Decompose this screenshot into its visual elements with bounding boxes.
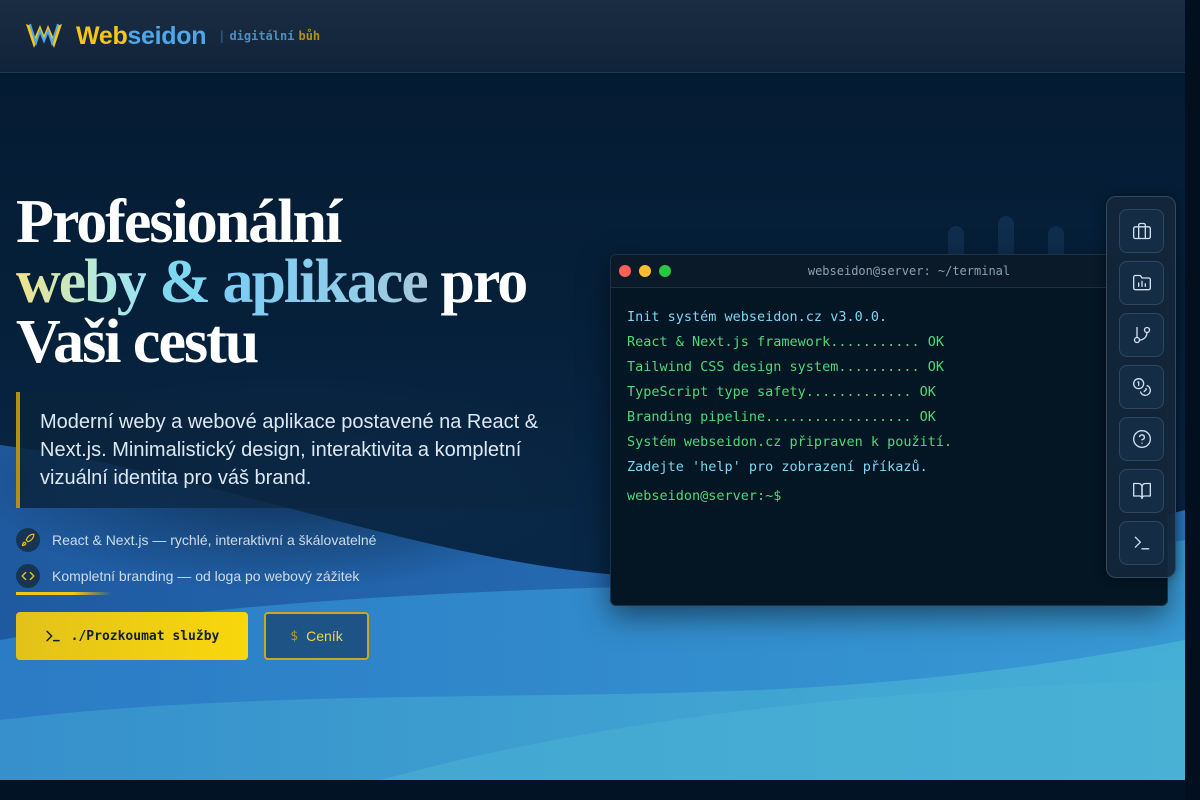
brand-web: Web	[76, 21, 128, 50]
terminal-line: TypeScript type safety............. OK	[627, 384, 936, 400]
feature-text: React & Next.js — rychlé, interaktivní a…	[52, 532, 377, 548]
hero-lead: Moderní weby a webové aplikace postavené…	[16, 392, 576, 508]
page-stage: Webseidon | digitální bůh Profesionální …	[0, 0, 1185, 780]
dock-docs-button[interactable]	[1119, 469, 1164, 513]
terminal-prompt-icon	[45, 630, 60, 642]
hero-title: Profesionální weby & aplikace pro Vaši c…	[16, 191, 576, 373]
tagline-word-god: bůh	[298, 29, 321, 43]
folder-chart-icon	[1132, 274, 1151, 291]
hero-title-line3: Vaši cestu	[16, 308, 259, 376]
dock-briefcase-button[interactable]	[1119, 209, 1164, 253]
terminal-line: Init systém webseidon.cz v3.0.0.	[627, 309, 888, 325]
brand-name[interactable]: Webseidon	[76, 21, 207, 51]
trident-w-logo-icon[interactable]	[24, 21, 64, 51]
pricing-label: Ceník	[306, 628, 343, 644]
side-dock	[1106, 196, 1176, 578]
hero-title-amp: &	[159, 248, 211, 316]
terminal-line: Zadejte 'help' pro zobrazení příkazů.	[627, 459, 928, 475]
dock-git-button[interactable]	[1119, 313, 1164, 357]
help-circle-icon	[1132, 430, 1151, 448]
site-header: Webseidon | digitální bůh	[0, 0, 1185, 73]
dollar-symbol: $	[290, 628, 299, 644]
feature-item-branding: Kompletní branding — od loga po webový z…	[16, 564, 359, 588]
feature-item-react: React & Next.js — rychlé, interaktivní a…	[16, 528, 376, 552]
hero-title-line1: Profesionální	[16, 188, 342, 256]
terminal-line: Tailwind CSS design system.......... OK	[627, 359, 944, 375]
briefcase-icon	[1132, 222, 1151, 240]
terminal-window[interactable]: webseidon@server: ~/terminal Init systém…	[610, 254, 1168, 606]
pricing-button[interactable]: $ Ceník	[264, 612, 369, 660]
terminal-title: webseidon@server: ~/terminal	[807, 264, 1011, 278]
tagline-word-digital: digitální	[229, 29, 295, 43]
brand-seidon: seidon	[127, 21, 207, 50]
brand-tagline: | digitální bůh	[218, 29, 320, 43]
accent-divider	[16, 592, 112, 595]
page-bottom-strip	[0, 780, 1185, 800]
terminal-line: React & Next.js framework........... OK	[627, 334, 944, 350]
terminal-output: Init systém webseidon.cz v3.0.0. React &…	[611, 288, 1167, 526]
terminal-titlebar: webseidon@server: ~/terminal	[611, 255, 1167, 288]
terminal-line: Branding pipeline.................. OK	[627, 409, 936, 425]
terminal-icon	[1134, 536, 1149, 550]
hero-title-aplikace: aplikace	[222, 248, 428, 316]
coins-icon	[1132, 378, 1151, 396]
dock-pricing-button[interactable]	[1119, 365, 1164, 409]
dock-help-button[interactable]	[1119, 417, 1164, 461]
book-open-icon	[1132, 482, 1151, 500]
rocket-icon	[16, 528, 40, 552]
code-icon	[16, 564, 40, 588]
explore-services-button[interactable]: ./Prozkoumat služby	[16, 612, 248, 660]
terminal-line: Systém webseidon.cz připraven k použití.	[627, 434, 953, 450]
explore-services-label: ./Prozkoumat služby	[70, 628, 220, 644]
feature-text: Kompletní branding — od loga po webový z…	[52, 568, 360, 584]
dock-portfolio-button[interactable]	[1119, 261, 1164, 305]
terminal-prompt[interactable]: webseidon@server:~$	[627, 484, 1151, 509]
hero-title-weby: weby	[16, 248, 148, 316]
git-branch-icon	[1133, 326, 1150, 344]
dock-terminal-button[interactable]	[1119, 521, 1164, 565]
scrollbar[interactable]	[1185, 0, 1200, 800]
tagline-separator: |	[218, 29, 226, 43]
hero-title-pro: pro	[440, 248, 528, 316]
